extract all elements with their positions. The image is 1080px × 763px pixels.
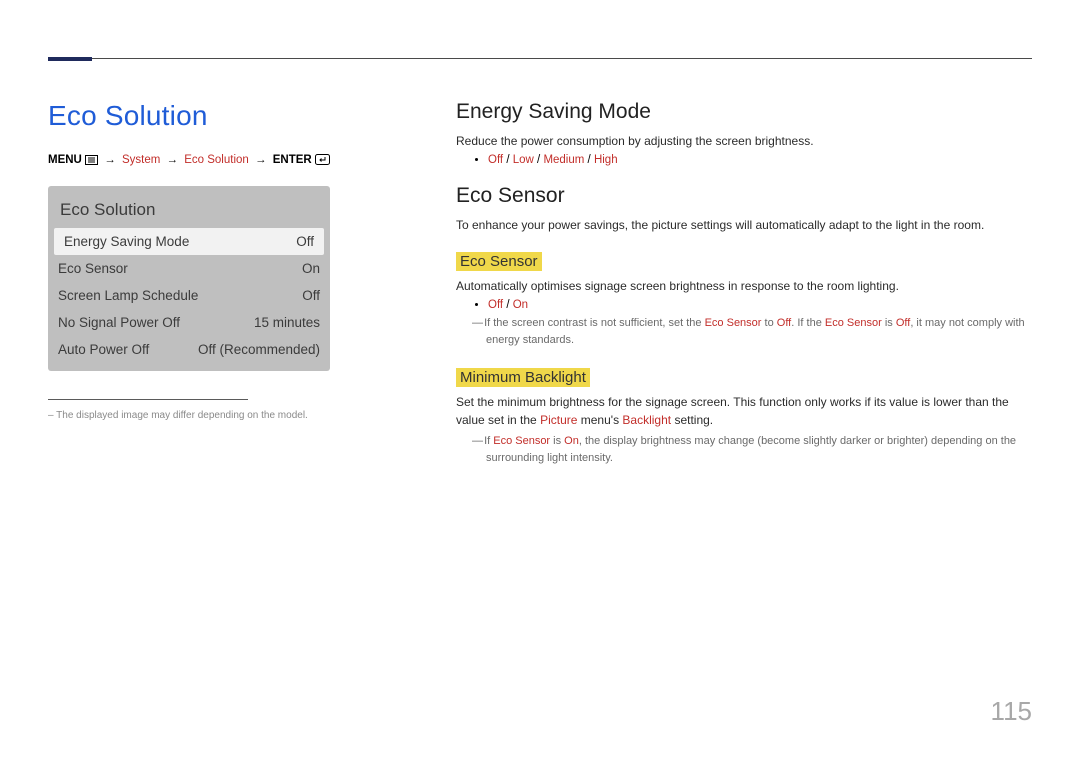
top-rule-accent [48,57,92,61]
page-title: Eco Solution [48,100,378,132]
option: Off [488,299,503,311]
osd-row: Auto Power OffOff (Recommended) [48,336,330,363]
heading-eco-sensor: Eco Sensor [456,184,1036,208]
heading-energy-saving-mode: Energy Saving Mode [456,100,1036,124]
manual-page: Eco Solution MENU → System → Eco Solutio… [0,0,1080,763]
osd-row-value: Off (Recommended) [188,342,320,357]
osd-row-label: No Signal Power Off [58,315,244,330]
osd-row-label: Screen Lamp Schedule [58,288,292,303]
osd-panel: Eco Solution Energy Saving ModeOffEco Se… [48,186,330,371]
subheading-eco-sensor: Eco Sensor [456,252,542,271]
note-eco-sensor: If the screen contrast is not sufficient… [456,315,1036,348]
breadcrumb: MENU → System → Eco Solution → ENTER [48,154,378,168]
image-note: The displayed image may differ depending… [48,410,378,421]
enter-icon [315,154,330,168]
osd-row: Energy Saving ModeOff [54,228,324,255]
osd-row: Screen Lamp ScheduleOff [48,282,330,309]
desc-energy-saving-mode: Reduce the power consumption by adjustin… [456,132,1036,150]
osd-row-label: Eco Sensor [58,261,292,276]
osd-row-label: Auto Power Off [58,342,188,357]
desc-min-backlight: Set the minimum brightness for the signa… [456,393,1036,429]
option: High [594,154,618,166]
left-column: Eco Solution MENU → System → Eco Solutio… [48,100,378,421]
osd-row: No Signal Power Off15 minutes [48,309,330,336]
osd-row-value: Off [286,234,314,249]
note-min-backlight: If Eco Sensor is On, the display brightn… [456,433,1036,466]
menu-icon [85,155,98,168]
desc-eco-sensor-sub: Automatically optimises signage screen b… [456,277,1036,295]
option: Medium [543,154,584,166]
osd-row: Eco SensorOn [48,255,330,282]
osd-row-value: On [292,261,320,276]
osd-row-value: 15 minutes [244,315,320,330]
image-note-rule [48,399,248,400]
right-column: Energy Saving Mode Reduce the power cons… [456,100,1036,470]
breadcrumb-menu: MENU [48,154,82,166]
osd-row-label: Energy Saving Mode [64,234,286,249]
options-eco-sensor: Off / On [456,299,1036,311]
option: Off [488,154,503,166]
options-energy-saving-mode: Off / Low / Medium / High [456,154,1036,166]
osd-row-value: Off [292,288,320,303]
breadcrumb-system: System [122,154,160,166]
option: Low [513,154,534,166]
option: On [513,299,528,311]
page-number: 115 [991,696,1032,727]
osd-title: Eco Solution [48,186,330,228]
top-rule [48,58,1032,68]
breadcrumb-enter: ENTER [273,154,312,166]
breadcrumb-eco: Eco Solution [184,154,249,166]
subheading-min-backlight: Minimum Backlight [456,368,590,387]
desc-eco-sensor: To enhance your power savings, the pictu… [456,216,1036,234]
